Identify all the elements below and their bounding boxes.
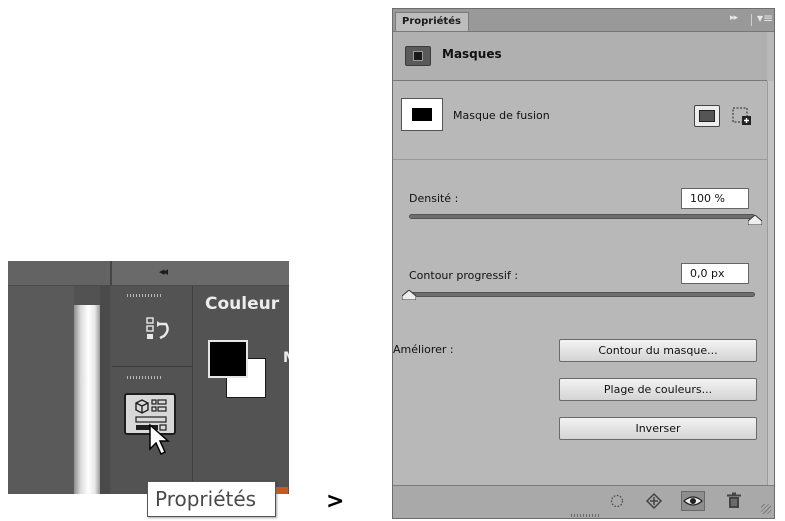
partial-label: M	[283, 350, 289, 366]
feather-label: Contour progressif :	[409, 269, 519, 282]
history-icon[interactable]	[142, 316, 176, 342]
resize-handle[interactable]	[761, 504, 771, 514]
invert-button[interactable]: Inverser	[559, 417, 757, 440]
mask-icon	[405, 46, 431, 66]
icon-dock	[112, 286, 192, 494]
tab-properties[interactable]: Propriétés	[395, 12, 469, 31]
trash-icon[interactable]	[722, 491, 746, 511]
panel-footer	[393, 485, 774, 518]
collapse-panels-button[interactable]: ◂◂	[112, 261, 289, 285]
feather-slider-track[interactable]	[409, 292, 755, 297]
panel-edge	[100, 286, 110, 494]
canvas-area	[8, 286, 74, 494]
pixel-mask-button[interactable]	[694, 105, 720, 127]
properties-panel: Propriétés ▸▸ ▾≡ Masques Masque de fusio…	[392, 8, 775, 519]
feather-slider-handle[interactable]	[402, 290, 416, 300]
visibility-button[interactable]	[681, 491, 705, 511]
density-label: Densité :	[409, 192, 459, 205]
panel-content: Masque de fusion Densité : 100 % Contour…	[393, 81, 767, 481]
density-slider-track[interactable]	[409, 214, 755, 219]
panel-header: Masques	[393, 32, 767, 81]
visibility-icon	[683, 496, 703, 506]
color-range-button[interactable]: Plage de couleurs...	[559, 378, 757, 401]
divider	[751, 14, 752, 26]
panel-menu-icon[interactable]: ▾≡	[757, 11, 773, 25]
document-edge	[74, 305, 100, 494]
mask-label: Masque de fusion	[453, 109, 550, 122]
cursor-icon	[149, 423, 170, 456]
density-input[interactable]: 100 %	[681, 188, 749, 209]
scrollbar[interactable]	[767, 81, 774, 485]
feather-input[interactable]: 0,0 px	[681, 263, 749, 284]
page-title: Masques	[442, 47, 502, 61]
grip-handle[interactable]	[127, 376, 161, 379]
divider	[393, 159, 767, 160]
refine-label: Améliorer :	[393, 343, 454, 356]
density-slider-handle[interactable]	[748, 215, 762, 225]
expand-panel-icon[interactable]: ▸▸	[730, 13, 738, 23]
collapse-icon: ◂◂	[159, 265, 168, 278]
dock-separator	[112, 366, 192, 367]
apply-mask-icon[interactable]	[642, 491, 666, 511]
tooltip-edge	[276, 487, 288, 494]
photoshop-dock-crop: ◂◂ Couleur	[8, 261, 289, 494]
transition-arrow: >	[326, 489, 345, 514]
vector-mask-icon[interactable]	[731, 105, 753, 127]
color-panel: Couleur M	[192, 286, 289, 494]
selection-icon[interactable]	[605, 491, 629, 511]
grip-handle[interactable]	[571, 514, 599, 517]
mask-thumbnail[interactable]	[401, 98, 443, 131]
tab-strip: Propriétés ▸▸ ▾≡	[393, 9, 774, 32]
grip-handle[interactable]	[127, 294, 161, 297]
mask-edge-button[interactable]: Contour du masque...	[559, 339, 757, 362]
foreground-color-swatch[interactable]	[208, 340, 248, 378]
panel-title[interactable]: Couleur	[205, 294, 279, 314]
tooltip: Propriétés	[147, 481, 276, 517]
